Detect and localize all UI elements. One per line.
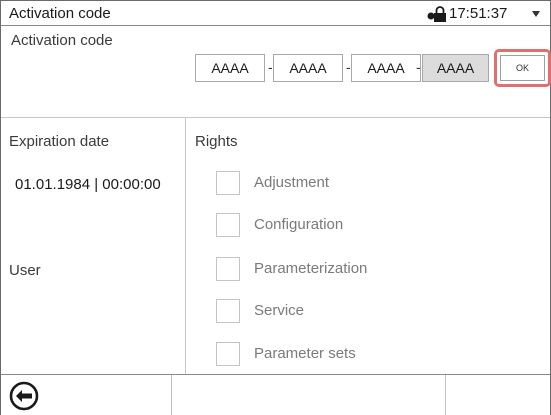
right-label: Adjustment bbox=[254, 174, 330, 191]
chevron-down-icon[interactable] bbox=[532, 11, 540, 17]
code-field-1[interactable]: AAAA bbox=[195, 54, 265, 82]
page-title: Activation code bbox=[9, 5, 111, 22]
code-separator: - bbox=[346, 59, 351, 75]
app-window: Activation code 17:51:37 Activation code… bbox=[0, 0, 551, 415]
code-field-4[interactable]: AAAA bbox=[422, 54, 489, 82]
checkbox[interactable] bbox=[216, 213, 240, 237]
right-item-parameterization[interactable]: Parameterization bbox=[216, 257, 516, 285]
right-item-adjustment[interactable]: Adjustment bbox=[216, 171, 516, 199]
ok-button[interactable]: OK bbox=[500, 55, 545, 81]
bottom-bar bbox=[1, 374, 550, 415]
right-label: Parameterization bbox=[254, 260, 368, 277]
section-divider bbox=[1, 117, 550, 118]
user-label: User bbox=[9, 262, 41, 279]
right-item-parameter-sets[interactable]: Parameter sets bbox=[216, 342, 516, 370]
right-label: Service bbox=[254, 302, 305, 319]
bottom-separator bbox=[171, 375, 172, 415]
right-label: Configuration bbox=[254, 216, 344, 233]
title-bar: Activation code 17:51:37 bbox=[1, 1, 550, 26]
right-item-service[interactable]: Service bbox=[216, 299, 516, 327]
right-item-configuration[interactable]: Configuration bbox=[216, 213, 516, 241]
back-arrow-icon bbox=[9, 381, 39, 411]
checkbox[interactable] bbox=[216, 299, 240, 323]
checkbox[interactable] bbox=[216, 342, 240, 366]
expiration-date-value: 01.01.1984 | 00:00:00 bbox=[15, 176, 161, 193]
column-divider bbox=[185, 118, 186, 374]
code-separator: - bbox=[268, 59, 273, 75]
code-field-2[interactable]: AAAA bbox=[273, 54, 343, 82]
clock-time: 17:51:37 bbox=[449, 5, 508, 22]
activation-code-label: Activation code bbox=[11, 32, 113, 49]
back-button[interactable] bbox=[1, 375, 71, 415]
checkbox[interactable] bbox=[216, 257, 240, 281]
checkbox[interactable] bbox=[216, 171, 240, 195]
code-separator: - bbox=[416, 59, 421, 75]
rights-title: Rights bbox=[195, 133, 238, 150]
lock-icon[interactable] bbox=[426, 6, 448, 22]
right-label: Parameter sets bbox=[254, 345, 356, 362]
expiration-date-label: Expiration date bbox=[9, 133, 110, 150]
code-field-3[interactable]: AAAA bbox=[351, 54, 421, 82]
bottom-separator bbox=[445, 375, 446, 415]
